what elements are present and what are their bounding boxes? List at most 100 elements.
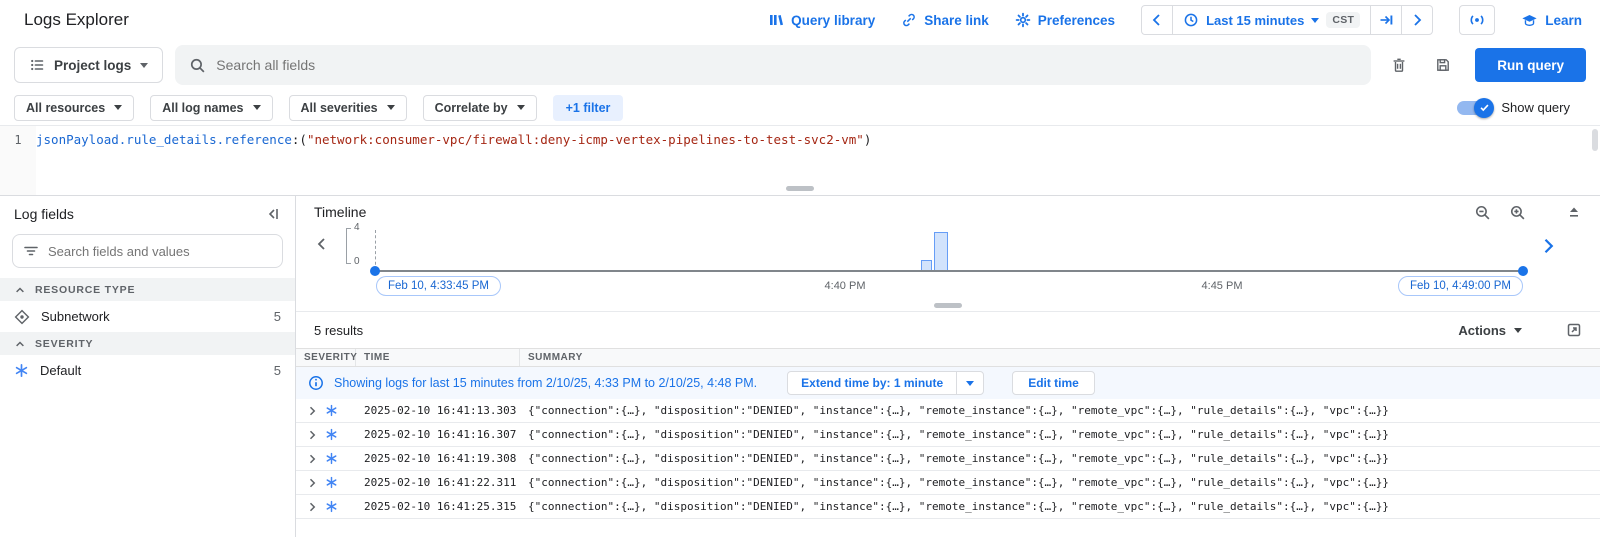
timeline-end-chip[interactable]: Feb 10, 4:49:00 PM	[1398, 276, 1523, 296]
results-count: 5 results	[314, 323, 363, 338]
time-skip-end-button[interactable]	[1371, 6, 1401, 34]
extend-time-control: Extend time by: 1 minute	[787, 371, 984, 395]
timeline-tick: 4:40 PM	[825, 280, 866, 292]
top-actions: Query library Share link Preferences Las…	[768, 5, 1582, 35]
range-start-marker	[375, 230, 376, 270]
search-input[interactable]	[216, 57, 1357, 73]
log-summary: {"connection":{…}, "disposition":"DENIED…	[528, 404, 1600, 417]
caret-down-icon	[1311, 18, 1319, 23]
learn-icon	[1521, 12, 1538, 29]
query-string-token: "network:consumer-vpc/firewall:deny-icmp…	[307, 132, 864, 147]
section-resource-type-label: RESOURCE TYPE	[35, 284, 135, 296]
caret-down-icon	[387, 105, 395, 110]
timeline-panel: Timeline 4 0	[296, 196, 1600, 312]
zoom-in-button[interactable]	[1509, 204, 1526, 221]
pan-left-icon	[314, 236, 330, 252]
subnetwork-icon	[14, 309, 30, 325]
time-navigation: Last 15 minutes CST	[1141, 5, 1433, 35]
extend-time-button[interactable]: Extend time by: 1 minute	[788, 372, 956, 394]
editor-resize-handle[interactable]	[786, 186, 814, 191]
filter-all-severities[interactable]: All severities	[289, 95, 407, 121]
time-range-banner: Showing logs for last 15 minutes from 2/…	[296, 367, 1600, 399]
time-prev-button[interactable]	[1142, 6, 1172, 34]
query-library-label: Query library	[791, 13, 875, 28]
fields-search-input[interactable]	[48, 244, 272, 259]
timezone-badge: CST	[1326, 12, 1360, 28]
learn-button[interactable]: Learn	[1521, 12, 1582, 29]
log-row[interactable]: 2025-02-10 16:41:19.308 {"connection":{……	[296, 447, 1600, 471]
main-area: Log fields RESOURCE TYPE Subnetwork 5	[0, 196, 1600, 537]
timeline-axis-line	[375, 270, 1523, 272]
pan-right-icon	[1538, 236, 1558, 256]
query-library-button[interactable]: Query library	[768, 12, 875, 28]
preferences-button[interactable]: Preferences	[1015, 12, 1115, 28]
section-severity[interactable]: SEVERITY	[0, 332, 295, 355]
clear-query-button[interactable]	[1383, 49, 1415, 81]
time-range-dropdown[interactable]: Last 15 minutes CST	[1173, 6, 1370, 34]
severity-default-icon	[325, 404, 338, 417]
log-time: 2025-02-10 16:41:19.308	[364, 452, 520, 465]
expand-row-button[interactable]	[306, 429, 318, 441]
pan-right-button[interactable]	[1538, 236, 1558, 256]
zoom-out-button[interactable]	[1474, 204, 1491, 221]
extra-filter-chip[interactable]: +1 filter	[553, 95, 624, 121]
expand-row-button[interactable]	[306, 405, 318, 417]
scope-selector[interactable]: Project logs	[14, 47, 163, 83]
filter-log-names-label: All log names	[162, 101, 243, 115]
column-time: TIME	[364, 349, 520, 366]
field-item-subnetwork[interactable]: Subnetwork 5	[0, 301, 295, 332]
extend-time-caret-button[interactable]	[956, 372, 983, 394]
edit-time-button[interactable]: Edit time	[1012, 371, 1095, 395]
section-resource-type[interactable]: RESOURCE TYPE	[0, 278, 295, 301]
expand-row-button[interactable]	[306, 453, 318, 465]
show-query-toggle[interactable]	[1457, 101, 1491, 115]
log-time: 2025-02-10 16:41:25.315	[364, 500, 520, 513]
timeline-start-chip[interactable]: Feb 10, 4:33:45 PM	[376, 276, 501, 296]
log-row[interactable]: 2025-02-10 16:41:25.315 {"connection":{……	[296, 495, 1600, 519]
chevron-left-icon	[1149, 12, 1165, 28]
pan-left-button[interactable]	[314, 236, 330, 252]
results-panel: 5 results Actions SEVERITY TIME SUMMARY	[296, 312, 1600, 537]
timeline-resize-handle[interactable]	[934, 303, 962, 308]
caret-down-icon	[114, 105, 122, 110]
save-icon	[1435, 57, 1451, 73]
severity-default-icon	[325, 476, 338, 489]
column-summary: SUMMARY	[528, 349, 1600, 366]
share-link-button[interactable]: Share link	[901, 12, 989, 28]
filter-all-log-names[interactable]: All log names	[150, 95, 272, 121]
field-item-default[interactable]: Default 5	[0, 355, 295, 386]
filter-severities-label: All severities	[301, 101, 378, 115]
collapse-timeline-button[interactable]	[1566, 204, 1582, 220]
severity-default-icon	[325, 452, 338, 465]
collapse-panel-button[interactable]	[265, 206, 281, 222]
caret-down-icon	[517, 105, 525, 110]
save-query-button[interactable]	[1427, 49, 1459, 81]
range-end-handle[interactable]	[1518, 266, 1528, 276]
banner-message: Showing logs for last 15 minutes from 2/…	[334, 376, 757, 390]
preferences-label: Preferences	[1038, 13, 1115, 28]
filter-all-resources[interactable]: All resources	[14, 95, 134, 121]
log-row[interactable]: 2025-02-10 16:41:16.307 {"connection":{……	[296, 423, 1600, 447]
timeline-tick: 4:45 PM	[1202, 280, 1243, 292]
filter-correlate-by[interactable]: Correlate by	[423, 95, 537, 121]
log-row[interactable]: 2025-02-10 16:41:13.303 {"connection":{……	[296, 399, 1600, 423]
results-column-headers: SEVERITY TIME SUMMARY	[296, 348, 1600, 367]
actions-dropdown[interactable]: Actions	[1458, 323, 1522, 338]
scope-label: Project logs	[54, 58, 131, 73]
editor-scrollbar[interactable]	[1592, 129, 1598, 151]
filter-list-icon	[23, 243, 39, 259]
time-next-button[interactable]	[1402, 6, 1432, 34]
expand-row-button[interactable]	[306, 477, 318, 489]
log-row[interactable]: 2025-02-10 16:41:22.311 {"connection":{……	[296, 471, 1600, 495]
expand-row-button[interactable]	[306, 501, 318, 513]
logs-explorer-app: Logs Explorer Query library Share link P…	[0, 0, 1600, 537]
zoom-out-icon	[1474, 204, 1491, 221]
query-editor[interactable]: 1 jsonPayload.rule_details.reference:("n…	[0, 126, 1600, 196]
run-query-button[interactable]: Run query	[1475, 48, 1586, 82]
live-tail-button[interactable]	[1459, 5, 1495, 35]
chevron-up-icon	[14, 338, 26, 350]
learn-label: Learn	[1545, 13, 1582, 28]
histogram-bar	[934, 232, 948, 270]
expand-results-button[interactable]	[1566, 322, 1582, 338]
range-start-handle[interactable]	[370, 266, 380, 276]
